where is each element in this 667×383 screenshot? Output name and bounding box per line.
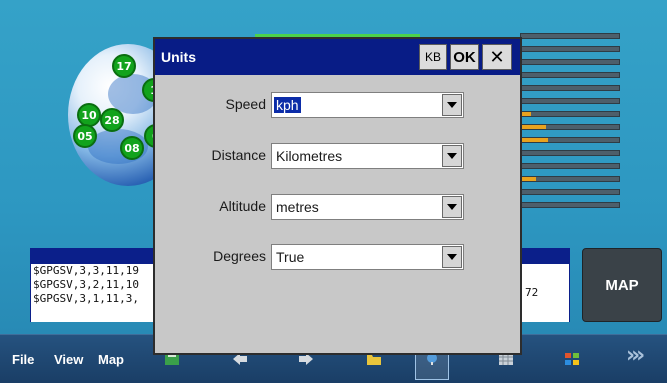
speed-label: Speed <box>225 96 266 112</box>
menu-map[interactable]: Map <box>98 352 124 367</box>
speed-row: Speed kph <box>155 92 520 120</box>
chevron-down-icon <box>447 153 457 159</box>
signal-bar <box>520 85 620 91</box>
signal-bars <box>520 33 620 215</box>
chevron-down-icon <box>447 204 457 210</box>
nmea-fragment: 72 <box>525 286 539 299</box>
altitude-value: metres <box>276 199 319 215</box>
altitude-row: Altitude metres <box>155 194 520 222</box>
altitude-label: Altitude <box>219 198 266 214</box>
map-button[interactable]: MAP <box>582 248 662 322</box>
degrees-row: Degrees True <box>155 244 520 272</box>
signal-bar <box>520 202 620 208</box>
signal-bar-fill <box>521 177 536 181</box>
signal-bar <box>520 111 620 117</box>
degrees-select[interactable]: True <box>271 244 464 270</box>
altitude-dropdown-button[interactable] <box>442 196 462 218</box>
satellite-17: 17 <box>112 54 136 78</box>
close-icon: ✕ <box>489 46 505 67</box>
signal-bar <box>520 150 620 156</box>
menu-file[interactable]: File <box>12 352 34 367</box>
signal-bar <box>520 72 620 78</box>
signal-bar <box>520 176 620 182</box>
signal-bar <box>520 59 620 65</box>
speed-select[interactable]: kph <box>271 92 464 118</box>
distance-select[interactable]: Kilometres <box>271 143 464 169</box>
speed-value: kph <box>274 97 301 113</box>
degrees-value: True <box>276 249 305 265</box>
signal-bar <box>520 33 620 39</box>
altitude-select[interactable]: metres <box>271 194 464 220</box>
distance-label: Distance <box>211 147 266 163</box>
more-chevron-icon[interactable]: ››› <box>626 343 645 368</box>
distance-dropdown-button[interactable] <box>442 145 462 167</box>
signal-bar-fill <box>521 112 531 116</box>
signal-bar <box>520 189 620 195</box>
chevron-down-icon <box>447 102 457 108</box>
satellite-10: 10 <box>77 103 101 127</box>
signal-bar-fill <box>521 125 546 129</box>
speed-dropdown-button[interactable] <box>442 94 462 116</box>
keyboard-button[interactable]: KB <box>419 44 447 70</box>
distance-row: Distance Kilometres <box>155 143 520 171</box>
satellite-05: 05 <box>73 124 97 148</box>
ok-button[interactable]: OK <box>450 44 479 70</box>
signal-bar <box>520 98 620 104</box>
signal-bar <box>520 163 620 169</box>
windows-icon[interactable] <box>564 352 580 366</box>
signal-bar <box>520 137 620 143</box>
menu-view[interactable]: View <box>54 352 83 367</box>
satellite-08: 08 <box>120 136 144 160</box>
degrees-dropdown-button[interactable] <box>442 246 462 268</box>
close-button[interactable]: ✕ <box>482 44 512 70</box>
signal-bar <box>520 46 620 52</box>
satellite-28: 28 <box>100 108 124 132</box>
units-dialog: Units KB OK ✕ Speed kph Distance Kilomet… <box>153 37 522 355</box>
chevron-down-icon <box>447 254 457 260</box>
distance-value: Kilometres <box>276 148 343 164</box>
signal-bar-fill <box>521 138 549 142</box>
degrees-label: Degrees <box>213 248 266 264</box>
dialog-titlebar: Units KB OK ✕ <box>155 39 520 75</box>
dialog-title: Units <box>161 49 196 65</box>
signal-bar <box>520 124 620 130</box>
